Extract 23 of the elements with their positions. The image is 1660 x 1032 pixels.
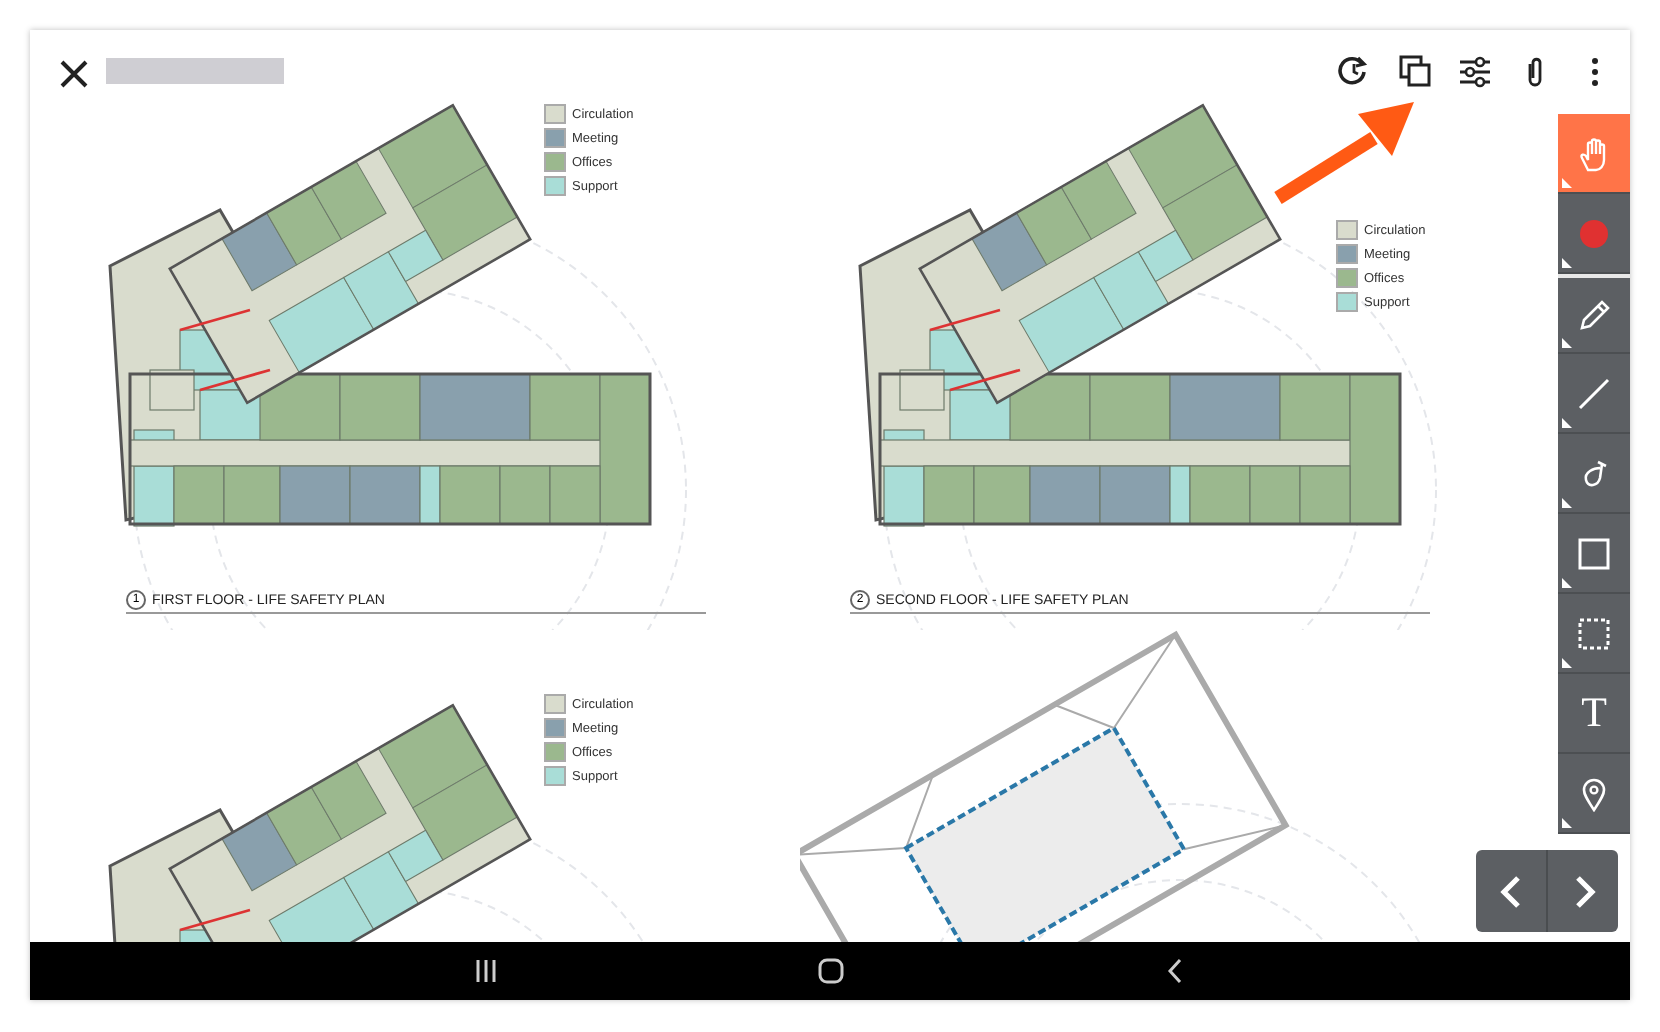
- corner-mark-icon: [1562, 338, 1572, 348]
- square-icon: [1576, 535, 1612, 571]
- corner-mark-icon: [1562, 498, 1572, 508]
- tool-button[interactable]: [1558, 114, 1630, 194]
- toolbar-button[interactable]: [1456, 52, 1494, 90]
- dashed-square-icon: [1576, 615, 1612, 651]
- history-icon: [1338, 54, 1372, 88]
- toolbar-button[interactable]: [1396, 52, 1434, 90]
- corner-mark-icon: [1562, 258, 1572, 268]
- pencil-icon: [1576, 297, 1612, 333]
- color-dot-icon: [1576, 215, 1612, 251]
- sliders-icon: [1458, 54, 1492, 88]
- overlay-squares-icon: [1398, 54, 1432, 88]
- close-button[interactable]: [58, 58, 90, 90]
- system-nav-button[interactable]: [813, 954, 847, 988]
- line-icon: [1576, 375, 1612, 411]
- close-icon: [60, 60, 88, 88]
- corner-mark-icon: [1562, 818, 1572, 828]
- corner-mark-icon: [1562, 178, 1572, 188]
- corner-mark-icon: [1562, 578, 1572, 588]
- corner-mark-icon: [1562, 658, 1572, 668]
- corner-mark-icon: [1562, 418, 1572, 428]
- more-icon: [1592, 57, 1598, 85]
